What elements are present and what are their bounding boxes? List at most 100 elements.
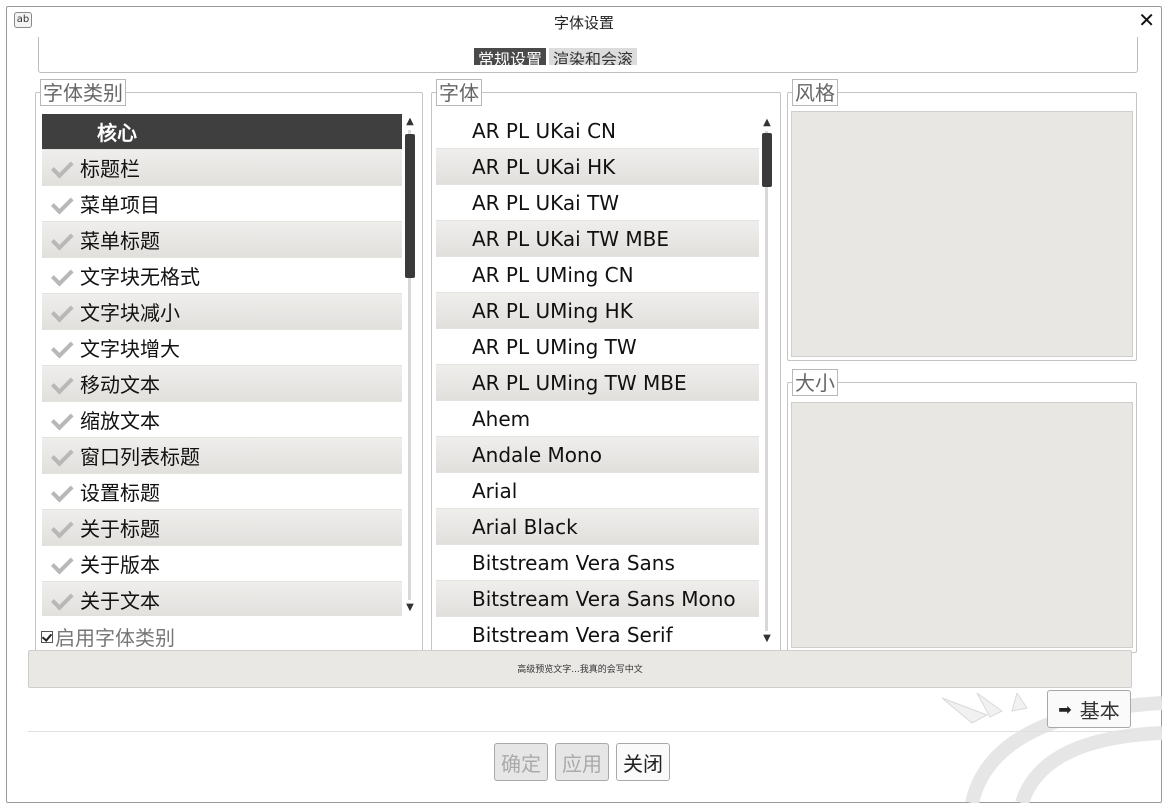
category-scrollbar[interactable]: ▲ ▼ [403, 116, 417, 614]
font-item[interactable]: AR PL UKai CN [436, 113, 759, 149]
category-item[interactable]: 窗口列表标题 [42, 438, 402, 474]
category-item[interactable]: 菜单项目 [42, 186, 402, 222]
checkmark-icon [48, 588, 74, 612]
font-item[interactable]: Bitstream Vera Serif [436, 617, 759, 651]
checkmark-icon [48, 408, 74, 432]
font-item-label: AR PL UMing TW MBE [472, 370, 687, 395]
font-item-label: AR PL UMing CN [472, 262, 634, 287]
checkmark-icon [48, 300, 74, 324]
font-item-label: Ahem [472, 406, 531, 431]
scroll-up-icon[interactable]: ▲ [760, 117, 774, 129]
checkmark-icon [48, 372, 74, 396]
font-item-label: Arial [472, 478, 518, 503]
scroll-down-icon[interactable]: ▼ [760, 633, 774, 645]
category-item[interactable]: 文字块增大 [42, 330, 402, 366]
font-scrollbar[interactable]: ▲ ▼ [760, 117, 774, 645]
window-title: 字体设置 [553, 14, 614, 32]
font-item[interactable]: Bitstream Vera Sans [436, 545, 759, 581]
scroll-down-icon[interactable]: ▼ [403, 602, 417, 614]
font-list[interactable]: AR PL UKai CN AR PL UKai HK AR PL UKai TW A… [436, 113, 759, 651]
tab-general[interactable]: 常规设置 [474, 48, 547, 65]
scroll-thumb[interactable] [762, 133, 772, 187]
font-item-label: AR PL UKai CN [472, 118, 616, 143]
checkmark-icon [48, 516, 74, 540]
font-legend: 字体 [436, 79, 482, 106]
category-item-label: 关于版本 [80, 553, 160, 577]
basic-button-label: 基本 [1079, 698, 1120, 723]
category-item[interactable]: 关于版本 [42, 546, 402, 582]
font-item-label: AR PL UKai TW MBE [472, 226, 670, 251]
category-item-label: 菜单项目 [80, 193, 160, 217]
font-item-label: Bitstream Vera Sans Mono [472, 586, 736, 611]
category-item[interactable]: 缩放文本 [42, 402, 402, 438]
enable-categories-label: 启用字体类别 [55, 626, 175, 650]
tab-bar: 常规设置 渲染和会滚 [474, 48, 640, 65]
close-button[interactable]: 关闭 [616, 743, 670, 781]
scroll-thumb[interactable] [405, 134, 415, 278]
checkmark-icon [48, 480, 74, 504]
category-item[interactable]: 文字块减小 [42, 294, 402, 330]
style-list[interactable] [791, 111, 1133, 357]
category-item-label: 核心 [97, 121, 137, 145]
size-legend: 大小 [792, 369, 838, 396]
font-item[interactable]: Bitstream Vera Sans Mono [436, 581, 759, 617]
font-item[interactable]: Arial Black [436, 509, 759, 545]
category-item-label: 标题栏 [80, 157, 140, 181]
category-item-label: 关于标题 [80, 517, 160, 541]
checkmark-icon [48, 192, 74, 216]
category-item-label: 移动文本 [80, 373, 160, 397]
font-item-label: Bitstream Vera Serif [472, 622, 673, 647]
tab-rendering[interactable]: 渲染和会滚 [549, 48, 638, 65]
category-item-label: 设置标题 [80, 481, 160, 505]
size-group: 大小 [787, 369, 1137, 653]
apply-button[interactable]: 应用 [555, 743, 609, 781]
category-item-label: 缩放文本 [80, 409, 160, 433]
category-item[interactable]: 文字块无格式 [42, 258, 402, 294]
style-legend: 风格 [792, 79, 838, 106]
ok-button[interactable]: 确定 [494, 743, 548, 781]
category-item-label: 文字块减小 [80, 301, 180, 325]
font-item-label: Andale Mono [472, 442, 602, 467]
font-item[interactable]: Arial [436, 473, 759, 509]
font-item[interactable]: Andale Mono [436, 437, 759, 473]
checkmark-icon [48, 444, 74, 468]
category-item[interactable]: 标题栏 [42, 150, 402, 186]
preview-box: 高级预览文字...我真的会写中文 [28, 650, 1132, 688]
category-list[interactable]: 核心 标题栏菜单项目菜单标题文字块无格式 文字块减小文字块增大移动文本缩放文本窗口… [42, 114, 402, 616]
font-item[interactable]: AR PL UMing TW [436, 329, 759, 365]
checkbox-icon[interactable] [41, 630, 53, 643]
category-item[interactable]: 关于文本 [42, 582, 402, 616]
enable-categories-checkbox[interactable]: 启用字体类别 [41, 622, 175, 651]
category-item[interactable]: 设置标题 [42, 474, 402, 510]
font-item[interactable]: AR PL UMing HK [436, 293, 759, 329]
checkmark-icon [48, 156, 74, 180]
scroll-track[interactable] [765, 131, 768, 631]
checkmark-icon [48, 228, 74, 252]
scroll-up-icon[interactable]: ▲ [403, 116, 417, 128]
divider [28, 731, 1132, 732]
font-item-label: Arial Black [472, 514, 578, 539]
category-item[interactable]: 菜单标题 [42, 222, 402, 258]
category-item-label: 关于文本 [80, 589, 160, 613]
category-item-selected[interactable]: 核心 [42, 114, 402, 150]
font-item-label: Bitstream Vera Sans [472, 550, 675, 575]
category-item-label: 文字块无格式 [80, 265, 200, 289]
category-legend: 字体类别 [40, 79, 126, 106]
font-item[interactable]: AR PL UKai TW MBE [436, 221, 759, 257]
title-bar: ab 字体设置 ✕ [7, 7, 1161, 37]
font-item-label: AR PL UMing HK [472, 298, 633, 323]
font-item-label: AR PL UKai HK [472, 154, 616, 179]
style-group: 风格 [787, 79, 1137, 361]
font-item[interactable]: Ahem [436, 401, 759, 437]
category-item[interactable]: 关于标题 [42, 510, 402, 546]
category-item[interactable]: 移动文本 [42, 366, 402, 402]
basic-button[interactable]: ➡ 基本 [1047, 690, 1131, 728]
font-item[interactable]: AR PL UKai TW [436, 185, 759, 221]
font-item[interactable]: AR PL UKai HK [436, 149, 759, 185]
category-item-label: 文字块增大 [80, 337, 180, 361]
close-icon[interactable]: ✕ [1138, 8, 1155, 32]
category-item-label: 窗口列表标题 [80, 445, 200, 469]
font-item[interactable]: AR PL UMing CN [436, 257, 759, 293]
size-list[interactable] [791, 402, 1133, 648]
font-item[interactable]: AR PL UMing TW MBE [436, 365, 759, 401]
